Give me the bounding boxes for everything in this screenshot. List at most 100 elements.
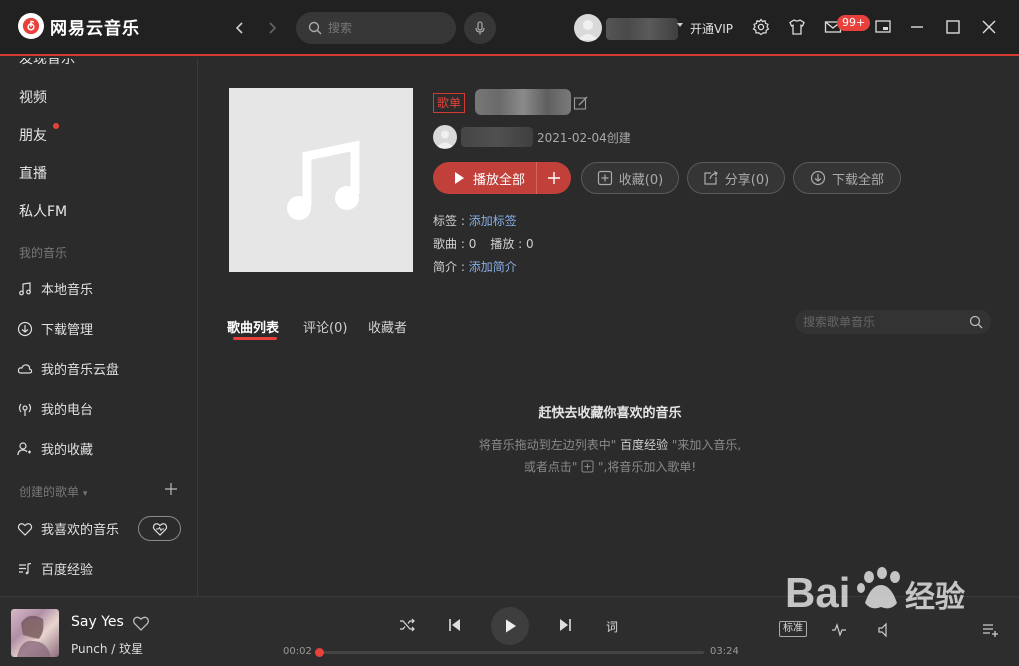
collect-button[interactable]: 收藏(0) (581, 162, 679, 194)
back-button[interactable] (230, 16, 250, 40)
skin-button[interactable] (786, 16, 808, 38)
play-icon (455, 172, 464, 184)
search-icon (308, 21, 322, 35)
heart-icon (17, 522, 33, 536)
songs-label: 歌曲 (433, 237, 458, 251)
playlist-search[interactable] (795, 310, 991, 334)
sidebar-item-collection[interactable]: 我的收藏 (17, 439, 93, 458)
add-tags-link[interactable]: 添加标签 (469, 214, 517, 228)
close-button[interactable] (978, 16, 1000, 38)
download-icon (17, 321, 33, 336)
user-avatar[interactable] (574, 14, 602, 42)
sidebar-item-cloud[interactable]: 我的音乐云盘 (17, 359, 119, 378)
total-time: 03:24 (710, 646, 739, 657)
sidebar-item-video[interactable]: 视频 (19, 87, 47, 107)
voice-search-button[interactable] (464, 12, 496, 44)
stats-row: 歌曲 : 0 播放 : 0 (433, 235, 534, 252)
global-search[interactable] (296, 12, 456, 44)
settings-button[interactable] (750, 16, 772, 38)
current-time: 00:02 (283, 646, 312, 657)
empty-state-title: 赶快去收藏你喜欢的音乐 (538, 406, 682, 421)
netease-logo-icon (18, 13, 44, 39)
forward-button[interactable] (262, 16, 282, 40)
mini-mode-button[interactable] (872, 16, 894, 38)
progress-knob[interactable] (315, 648, 324, 657)
previous-icon (449, 619, 460, 631)
plays-count: 0 (526, 237, 534, 251)
heartbeat-icon (152, 522, 167, 536)
microphone-icon (475, 21, 485, 35)
title-bar: 网易云音乐 开通VIP 99+ (0, 0, 1019, 56)
playlist-queue-button[interactable] (980, 621, 1000, 639)
previous-button[interactable] (445, 615, 465, 635)
download-icon (810, 170, 826, 186)
app-logo[interactable]: 网易云音乐 (18, 13, 140, 39)
separator: : (514, 237, 527, 251)
hint-text: "来加入音乐, (671, 438, 742, 452)
caret-down-icon[interactable] (676, 21, 684, 29)
created-playlists-header[interactable]: 创建的歌单 ▾ (19, 483, 87, 500)
search-icon[interactable] (969, 315, 983, 329)
add-all-to-queue-button[interactable] (537, 170, 571, 186)
app-title: 网易云音乐 (50, 18, 140, 39)
sidebar-item-downloads[interactable]: 下载管理 (17, 319, 93, 338)
shuffle-button[interactable] (397, 615, 417, 635)
like-heart-icon[interactable] (132, 614, 150, 632)
search-input[interactable] (328, 21, 438, 35)
hint-text: 将音乐拖动到左边列表中" (478, 438, 617, 452)
creator-name-redacted[interactable] (461, 127, 533, 147)
sidebar-item-local-music[interactable]: 本地音乐 (17, 279, 93, 298)
separator: : (457, 260, 469, 274)
sidebar-item-discover[interactable]: 发现音乐 (19, 58, 75, 68)
my-music-header: 我的音乐 (19, 246, 68, 260)
add-playlist-icon[interactable] (164, 482, 178, 496)
sidebar-item-label: 下载管理 (41, 323, 94, 338)
play-button[interactable] (491, 607, 529, 645)
heartbeat-mode-button[interactable] (138, 516, 181, 541)
sidebar-item-label: 百度经验 (41, 563, 94, 578)
add-folder-icon (581, 460, 594, 473)
tab-subscribers[interactable]: 收藏者 (368, 317, 407, 336)
song-title[interactable]: Say Yes (71, 614, 124, 630)
album-art[interactable] (11, 609, 59, 657)
sidebar-item-label: 我的音乐云盘 (41, 363, 120, 378)
download-all-button[interactable]: 下载全部 (793, 162, 901, 194)
created-date: 2021-02-04创建 (537, 131, 631, 145)
play-all-label: 播放全部 (473, 172, 526, 188)
tab-song-list[interactable]: 歌曲列表 (227, 317, 279, 336)
collection-icon (17, 441, 31, 455)
creator-avatar[interactable] (433, 125, 457, 149)
sidebar-item-label: 我喜欢的音乐 (41, 523, 120, 538)
sidebar-item-liked-music[interactable]: 我喜欢的音乐 (17, 519, 119, 538)
lyrics-button[interactable]: 词 (606, 618, 618, 635)
plus-icon (548, 172, 560, 184)
user-name-redacted[interactable] (606, 18, 678, 40)
open-vip-link[interactable]: 开通VIP (690, 20, 733, 37)
sidebar-item-fm[interactable]: 私人FM (19, 201, 67, 221)
radio-icon (18, 403, 32, 416)
sidebar: 发现音乐 视频 朋友 直播 私人FM 我的音乐 本地音乐 下载管理 我的音乐云盘… (0, 58, 198, 596)
edit-icon[interactable] (573, 95, 589, 111)
sidebar-item-radio[interactable]: 我的电台 (17, 399, 93, 418)
maximize-button[interactable] (942, 16, 964, 38)
playlist-search-input[interactable] (803, 315, 953, 329)
next-button[interactable] (555, 615, 575, 635)
minimize-button[interactable] (906, 16, 928, 38)
play-all-button[interactable]: 播放全部 (433, 162, 571, 194)
add-intro-link[interactable]: 添加简介 (469, 260, 517, 274)
sidebar-item-friends[interactable]: 朋友 (19, 125, 47, 145)
cloud-icon (17, 363, 33, 374)
songs-count: 0 (468, 237, 477, 251)
next-icon (560, 619, 571, 631)
sidebar-item-live[interactable]: 直播 (19, 163, 47, 183)
tab-comments[interactable]: 评论(0) (303, 317, 347, 336)
share-button[interactable]: 分享(0) (687, 162, 785, 194)
separator: : (457, 237, 469, 251)
sidebar-item-playlist-baidu[interactable]: 百度经验 (17, 559, 93, 578)
gear-icon (752, 18, 770, 36)
play-all-main[interactable]: 播放全部 (433, 162, 537, 194)
song-artist[interactable]: Punch / 玟星 (71, 640, 143, 657)
progress-bar[interactable] (317, 651, 704, 654)
message-count-badge: 99+ (837, 15, 871, 31)
playlist-type-tag: 歌单 (433, 93, 466, 113)
